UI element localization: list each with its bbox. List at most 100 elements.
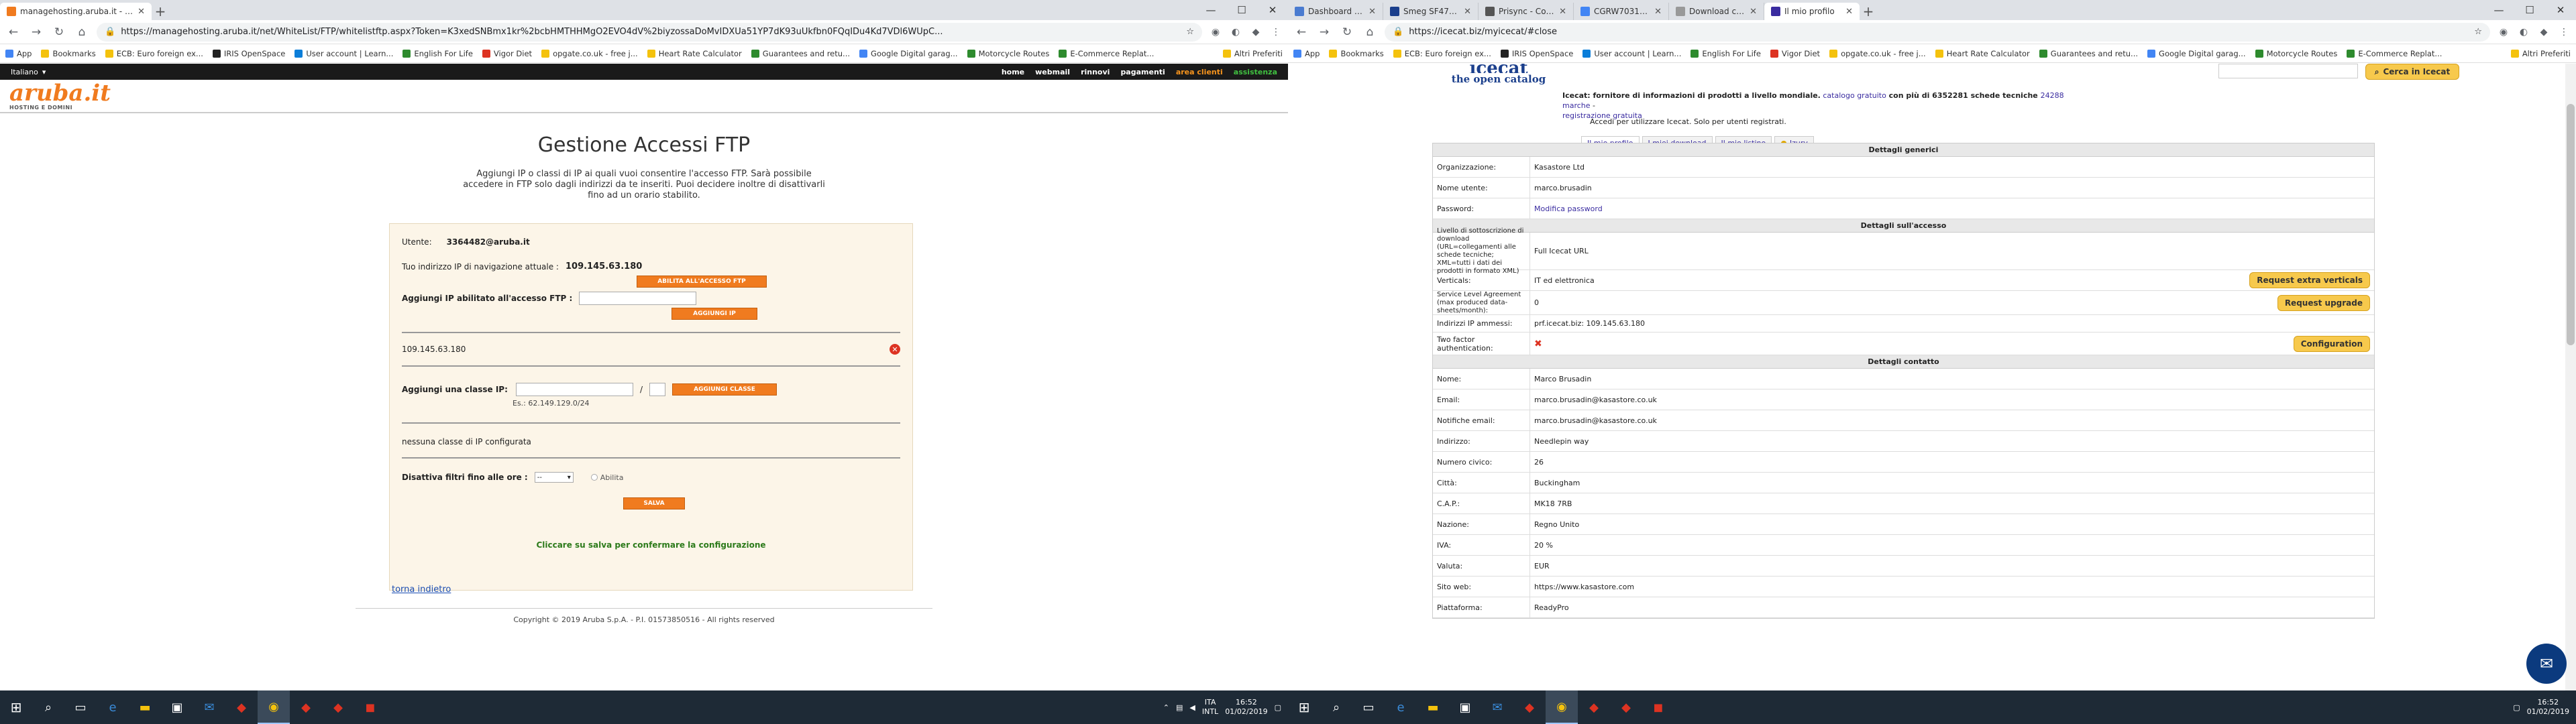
link-area-clienti[interactable]: area clienti	[1176, 68, 1223, 76]
store-icon[interactable]: ▣	[1449, 690, 1481, 724]
back-icon[interactable]: ←	[5, 24, 21, 40]
bookmark-item[interactable]: App	[1293, 49, 1320, 58]
request-verticals-button[interactable]: Request extra verticals	[2249, 272, 2370, 288]
extension-icon[interactable]: ◉	[1209, 25, 1222, 39]
star-icon[interactable]: ☆	[1186, 27, 1194, 37]
bookmark-item[interactable]: Heart Rate Calculator	[1935, 49, 2030, 58]
bookmark-item[interactable]: E-Commerce Replat...	[1059, 49, 1154, 58]
search-icon[interactable]: ⌕	[1320, 690, 1352, 724]
tab-aruba[interactable]: managehosting.aruba.it - Whitel ✕	[0, 3, 152, 20]
windows-start-icon[interactable]: ⊞	[1288, 690, 1320, 724]
extension-icon[interactable]: ◆	[2537, 25, 2551, 39]
close-tab-icon[interactable]: ✕	[1368, 7, 1376, 17]
notification-icon[interactable]: ▢	[2513, 703, 2520, 712]
new-tab-button[interactable]: +	[1860, 3, 1877, 20]
close-tab-icon[interactable]: ✕	[1750, 7, 1757, 17]
save-button[interactable]: SALVA	[623, 497, 685, 509]
link-webmail[interactable]: webmail	[1035, 68, 1070, 76]
close-tab-icon[interactable]: ✕	[138, 7, 145, 17]
scrollbar-thumb[interactable]	[2567, 104, 2575, 345]
bookmark-item[interactable]: IRIS OpenSpace	[212, 49, 285, 58]
bookmark-item[interactable]: Vigor Diet	[482, 49, 532, 58]
network-icon[interactable]: ▤	[1176, 703, 1183, 712]
bookmark-item[interactable]: Guarantees and retu...	[2039, 49, 2138, 58]
edge-icon[interactable]: e	[97, 690, 129, 724]
link-rinnovi[interactable]: rinnovi	[1081, 68, 1110, 76]
link-home[interactable]: home	[1002, 68, 1024, 76]
bookmark-item[interactable]: Motorcycle Routes	[967, 49, 1049, 58]
bookmark-item[interactable]: Google Digital garag...	[2147, 49, 2246, 58]
extension-icon[interactable]: ◉	[2497, 25, 2510, 39]
ip-class-mask-input[interactable]	[649, 383, 666, 396]
other-bookmarks[interactable]: Altri Preferiti	[2510, 49, 2571, 58]
edge-icon[interactable]: e	[1385, 690, 1417, 724]
configuration-button[interactable]: Configuration	[2293, 335, 2370, 352]
minimize-icon[interactable]: —	[2483, 0, 2514, 20]
bookmark-item[interactable]: Motorcycle Routes	[2255, 49, 2337, 58]
tab-dashboard[interactable]: Dashboard - Visitors - Visitor Ins ✕	[1288, 3, 1383, 20]
menu-icon[interactable]: ⋮	[2557, 25, 2571, 39]
link-pagamenti[interactable]: pagamenti	[1120, 68, 1165, 76]
minimize-icon[interactable]: —	[1195, 0, 1226, 20]
bookmark-item[interactable]: Bookmarks	[1329, 49, 1384, 58]
page-scrollbar[interactable]	[2565, 64, 2576, 690]
chrome-icon[interactable]: ◉	[258, 690, 290, 724]
extension-icon[interactable]: ◐	[2517, 25, 2530, 39]
chat-widget-icon[interactable]: ✉	[2526, 644, 2567, 684]
close-tab-icon[interactable]: ✕	[1464, 7, 1471, 17]
mail-icon[interactable]: ✉	[193, 690, 225, 724]
file-explorer-icon[interactable]: ▬	[129, 690, 161, 724]
bookmark-item[interactable]: English For Life	[402, 49, 473, 58]
bookmark-item[interactable]: App	[5, 49, 32, 58]
hour-select[interactable]: -- ▾	[534, 472, 574, 483]
back-link[interactable]: torna indietro	[392, 585, 451, 595]
tab-profile[interactable]: Il mio profilo ✕	[1764, 3, 1860, 20]
bookmark-item[interactable]: E-Commerce Replat...	[2347, 49, 2442, 58]
other-bookmarks[interactable]: Altri Preferiti	[1222, 49, 1283, 58]
close-tab-icon[interactable]: ✕	[1654, 7, 1662, 17]
app-icon[interactable]: ◆	[225, 690, 258, 724]
notification-icon[interactable]: ▢	[1275, 703, 1281, 712]
enable-checkbox[interactable]	[590, 474, 598, 481]
volume-icon[interactable]: ◀	[1189, 703, 1195, 712]
app-icon[interactable]: ◆	[290, 690, 322, 724]
bookmark-item[interactable]: User account | Learn...	[1582, 49, 1681, 58]
add-class-button[interactable]: AGGIUNGI CLASSE	[672, 383, 777, 396]
home-icon[interactable]: ⌂	[1362, 24, 1378, 40]
add-ip-button[interactable]: AGGIUNGI IP	[672, 308, 757, 320]
close-tab-icon[interactable]: ✕	[1559, 7, 1566, 17]
close-window-icon[interactable]: ✕	[1257, 0, 1288, 20]
app-icon[interactable]: ◆	[1513, 690, 1546, 724]
icecat-logo[interactable]: icecat the open catalog	[1445, 64, 1552, 85]
mail-icon[interactable]: ✉	[1481, 690, 1513, 724]
language-indicator[interactable]: ITA INTL	[1202, 698, 1218, 717]
request-upgrade-button[interactable]: Request upgrade	[2277, 294, 2370, 311]
search-button[interactable]: ⌕ Cerca in Icecat	[2365, 64, 2459, 80]
aruba-logo[interactable]: aruba.it	[9, 82, 1288, 105]
bookmark-item[interactable]: Heart Rate Calculator	[647, 49, 742, 58]
search-icon[interactable]: ⌕	[32, 690, 64, 724]
tab-download[interactable]: Download codice a barre da Icec ✕	[1669, 3, 1764, 20]
reload-icon[interactable]: ↻	[1339, 24, 1355, 40]
bookmark-item[interactable]: Bookmarks	[41, 49, 96, 58]
maximize-icon[interactable]: ☐	[1226, 0, 1257, 20]
bookmark-item[interactable]: User account | Learn...	[294, 49, 393, 58]
back-icon[interactable]: ←	[1293, 24, 1309, 40]
tray-arrow-icon[interactable]: ⌃	[1163, 703, 1169, 712]
close-tab-icon[interactable]: ✕	[1845, 7, 1853, 17]
clock[interactable]: 16:52 01/02/2019	[2527, 698, 2569, 717]
bookmark-item[interactable]: ECB: Euro foreign ex...	[1393, 49, 1491, 58]
bookmark-item[interactable]: Guarantees and retu...	[751, 49, 850, 58]
menu-icon[interactable]: ⋮	[1269, 25, 1283, 39]
bookmark-item[interactable]: IRIS OpenSpace	[1500, 49, 1573, 58]
task-view-icon[interactable]: ▭	[64, 690, 97, 724]
pdf-icon[interactable]: ◼	[1642, 690, 1674, 724]
bookmark-item[interactable]: Google Digital garag...	[859, 49, 958, 58]
tab-google[interactable]: CGRW703102KZZ491F - Goog ✕	[1574, 3, 1669, 20]
forward-icon[interactable]: →	[28, 24, 44, 40]
enable-ftp-access-button[interactable]: ABILITA ALL'ACCESSO FTP	[637, 276, 767, 288]
bookmark-item[interactable]: English For Life	[1690, 49, 1761, 58]
bookmark-item[interactable]: opgate.co.uk - free j...	[1829, 49, 1926, 58]
file-explorer-icon[interactable]: ▬	[1417, 690, 1449, 724]
star-icon[interactable]: ☆	[2474, 27, 2482, 37]
